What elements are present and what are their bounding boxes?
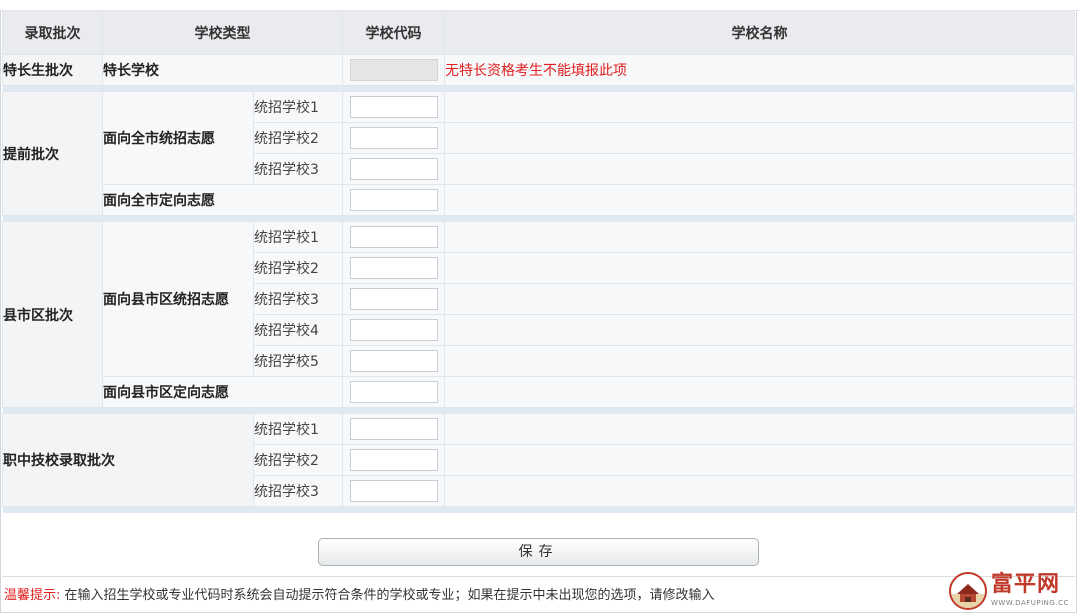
county-school-1-code-input[interactable] <box>349 226 438 248</box>
advance-school-1-label: 统招学校1 <box>253 91 343 123</box>
special-code-cell <box>342 54 445 86</box>
county-school-4-label: 统招学校4 <box>253 314 343 346</box>
county-school-2-label: 统招学校2 <box>253 252 343 284</box>
advance-unified-label: 面向全市统招志愿 <box>102 91 254 185</box>
header-type: 学校类型 <box>102 10 343 55</box>
county-school-4-code-input[interactable] <box>349 319 438 341</box>
advance-row-1: 提前批次 面向全市统招志愿 统招学校1 <box>2 91 1075 216</box>
separator <box>2 506 1075 513</box>
advance-school-3-name <box>444 153 1075 185</box>
special-type-label: 特长学校 <box>102 54 343 86</box>
advance-directed-label: 面向全市定向志愿 <box>102 184 343 216</box>
tip-line: 温馨提示: 在输入招生学校或专业代码时系统会自动提示符合条件的学校或专业；如果在… <box>4 584 715 603</box>
county-school-1-label: 统招学校1 <box>253 221 343 253</box>
county-unified-label: 面向县市区统招志愿 <box>102 221 254 377</box>
advance-directed-row: 面向全市定向志愿 <box>3 184 1075 216</box>
tip-text: 在输入招生学校或专业代码时系统会自动提示符合条件的学校或专业；如果在提示中未出现… <box>64 588 715 603</box>
special-warning: 无特长资格考生不能填报此项 <box>444 54 1075 86</box>
tip-label: 温馨提示: <box>4 588 61 603</box>
vocational-school-2-name <box>444 444 1075 476</box>
header-batch: 录取批次 <box>2 10 103 55</box>
special-row: 特长生批次 特长学校 无特长资格考生不能填报此项 <box>2 54 1075 86</box>
watermark-logo: 富平网 WWW.DAFUPING.CC <box>949 572 1077 612</box>
county-row-1: 县市区批次 面向县市区统招志愿 统招学校1 <box>2 221 1075 408</box>
county-directed-label: 面向县市区定向志愿 <box>102 376 343 408</box>
county-school-5-code-input[interactable] <box>349 350 438 372</box>
header-row: 录取批次 学校类型 学校代码 学校名称 <box>2 10 1075 55</box>
county-batch-label: 县市区批次 <box>2 221 103 408</box>
header-name: 学校名称 <box>444 10 1075 55</box>
county-school-5-label: 统招学校5 <box>253 345 343 377</box>
watermark-brand: 富平网 <box>991 572 1061 597</box>
vocational-school-1-code-input[interactable] <box>349 418 438 440</box>
county-directed-row: 面向县市区定向志愿 <box>3 376 1075 408</box>
volunteer-table: 录取批次 学校类型 学校代码 学校名称 特长生批次 特长学校 无特长资格考生不能… <box>2 10 1075 513</box>
special-batch-label: 特长生批次 <box>2 54 103 86</box>
county-school-2-code-input[interactable] <box>349 257 438 279</box>
county-directed-name <box>444 376 1075 408</box>
vocational-school-2-label: 统招学校2 <box>253 444 343 476</box>
vocational-school-3-code-input[interactable] <box>349 480 438 502</box>
advance-school-2-label: 统招学校2 <box>253 122 343 154</box>
county-school-1-name <box>444 221 1075 253</box>
watermark-url: WWW.DAFUPING.CC <box>991 599 1069 607</box>
advance-school-2-name <box>444 122 1075 154</box>
header-code: 学校代码 <box>342 10 445 55</box>
advance-school-2-code-input[interactable] <box>349 127 438 149</box>
advance-batch-label: 提前批次 <box>2 91 103 216</box>
advance-directed-name <box>444 184 1075 216</box>
vocational-school-1-label: 统招学校1 <box>253 413 343 445</box>
vocational-school-1-name <box>444 413 1075 445</box>
save-button[interactable]: 保存 <box>318 538 759 566</box>
county-school-3-label: 统招学校3 <box>253 283 343 315</box>
county-school-3-name <box>444 283 1075 315</box>
vocational-school-2-code-input[interactable] <box>349 449 438 471</box>
advance-directed-code-input[interactable] <box>349 189 438 211</box>
divider <box>2 576 1075 577</box>
advance-school-3-label: 统招学校3 <box>253 153 343 185</box>
vocational-batch-label: 职中技校录取批次 <box>2 413 254 507</box>
county-school-3-code-input[interactable] <box>349 288 438 310</box>
vocational-school-3-label: 统招学校3 <box>253 475 343 507</box>
county-directed-code-input[interactable] <box>349 381 438 403</box>
vocational-school-3-name <box>444 475 1075 507</box>
watermark-badge-icon <box>949 572 987 610</box>
advance-school-1-name <box>444 91 1075 123</box>
special-code-input <box>349 59 438 81</box>
advance-school-3-code-input[interactable] <box>349 158 438 180</box>
advance-school-1-code-input[interactable] <box>349 96 438 118</box>
county-school-4-name <box>444 314 1075 346</box>
vocational-row-1: 职中技校录取批次 统招学校1 <box>2 413 1075 507</box>
county-school-5-name <box>444 345 1075 377</box>
county-school-2-name <box>444 252 1075 284</box>
